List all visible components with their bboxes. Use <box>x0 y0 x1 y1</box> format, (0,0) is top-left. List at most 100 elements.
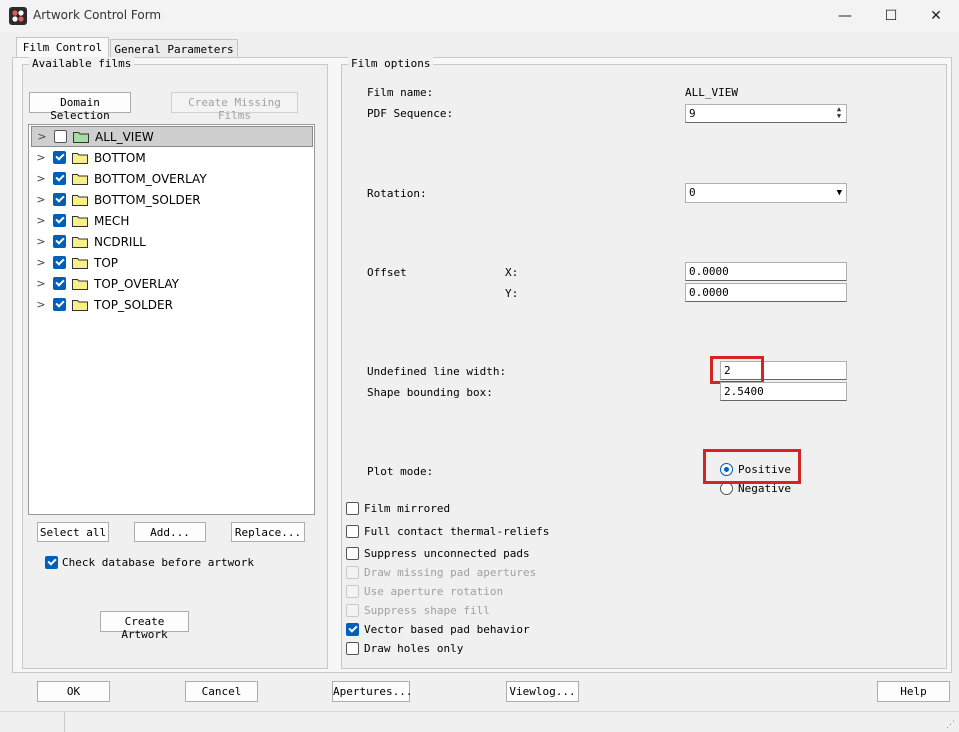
film-tree[interactable]: > ALL_VIEW > BOTTOM > BOTTOM_OVERLAY > BOTTOM_S… <box>28 124 315 515</box>
offset-x-input[interactable]: 0.0000 <box>685 262 847 281</box>
option-checkbox <box>346 585 359 598</box>
option-checkbox[interactable] <box>346 547 359 560</box>
undefined-line-width-label: Undefined line width: <box>367 365 507 378</box>
chevron-right-icon[interactable]: > <box>33 193 49 206</box>
film-row[interactable]: > TOP_OVERLAY <box>31 273 313 294</box>
minimize-button[interactable]: — <box>822 0 868 32</box>
film-checkbox[interactable] <box>54 130 67 143</box>
option-label: Suppress shape fill <box>364 604 490 617</box>
film-checkbox[interactable] <box>53 151 66 164</box>
film-name-value: ALL_VIEW <box>685 86 738 99</box>
cancel-button[interactable]: Cancel <box>185 681 258 702</box>
option-label: Draw holes only <box>364 642 464 655</box>
chevron-down-icon: ▼ <box>836 188 842 198</box>
create-missing-films-button: Create Missing Films <box>171 92 298 122</box>
film-row[interactable]: > BOTTOM_OVERLAY <box>31 168 313 189</box>
film-name: BOTTOM <box>94 150 146 165</box>
chevron-right-icon[interactable]: > <box>33 277 49 290</box>
maximize-button[interactable]: ☐ <box>868 0 914 32</box>
tab-film-control[interactable]: Film Control <box>16 37 109 59</box>
pdf-sequence-spinbox[interactable]: 9 ▲ ▼ <box>685 104 847 123</box>
film-row[interactable]: > BOTTOM_SOLDER <box>31 189 313 210</box>
film-row[interactable]: > ALL_VIEW <box>31 126 313 147</box>
domain-selection-button[interactable]: Domain Selection <box>29 92 131 122</box>
option-label: Use aperture rotation <box>364 585 504 598</box>
folder-icon <box>72 299 88 311</box>
film-checkbox[interactable] <box>53 298 66 311</box>
option-label: Draw missing pad apertures <box>364 566 537 579</box>
folder-icon <box>72 152 88 164</box>
chevron-right-icon[interactable]: > <box>33 235 49 248</box>
shape-bounding-box-input[interactable]: 2.5400 <box>720 382 847 401</box>
app-icon <box>9 7 27 25</box>
film-option[interactable]: Full contact thermal-reliefs <box>346 525 549 538</box>
chevron-right-icon[interactable]: > <box>33 172 49 185</box>
chevron-right-icon[interactable]: > <box>34 130 50 143</box>
replace-button[interactable]: Replace... <box>231 522 305 542</box>
pdf-sequence-value: 9 <box>689 107 696 120</box>
film-option[interactable]: Film mirrored <box>346 502 450 515</box>
help-button[interactable]: Help <box>877 681 950 702</box>
highlight-box-line-width <box>710 356 764 384</box>
film-checkbox[interactable] <box>53 256 66 269</box>
film-checkbox[interactable] <box>53 193 66 206</box>
pdf-sequence-label: PDF Sequence: <box>367 107 454 120</box>
option-checkbox <box>346 566 359 579</box>
tab-general-parameters[interactable]: General Parameters <box>110 39 238 59</box>
option-checkbox[interactable] <box>346 525 359 538</box>
film-row[interactable]: > BOTTOM <box>31 147 313 168</box>
chevron-right-icon[interactable]: > <box>33 256 49 269</box>
check-database-checkbox[interactable] <box>45 556 58 569</box>
folder-icon <box>73 131 89 143</box>
film-row[interactable]: > TOP <box>31 252 313 273</box>
folder-icon <box>72 257 88 269</box>
shape-bounding-box-label: Shape bounding box: <box>367 386 493 399</box>
film-name: ALL_VIEW <box>95 129 154 144</box>
spin-arrows-icon[interactable]: ▲ ▼ <box>833 106 845 121</box>
rotation-select[interactable]: 0 ▼ <box>685 183 847 203</box>
apertures-button[interactable]: Apertures... <box>332 681 412 702</box>
film-checkbox[interactable] <box>53 214 66 227</box>
ok-button[interactable]: OK <box>37 681 110 702</box>
option-checkbox[interactable] <box>346 502 359 515</box>
option-checkbox[interactable] <box>346 623 359 636</box>
option-label: Vector based pad behavior <box>364 623 530 636</box>
film-row[interactable]: > MECH <box>31 210 313 231</box>
film-option[interactable]: Vector based pad behavior <box>346 623 530 636</box>
film-name: MECH <box>94 213 130 228</box>
check-database-label: Check database before artwork <box>62 556 255 569</box>
film-row[interactable]: > TOP_SOLDER <box>31 294 313 315</box>
option-checkbox <box>346 604 359 617</box>
film-option[interactable]: Suppress unconnected pads <box>346 547 530 560</box>
close-button[interactable]: ✕ <box>913 0 959 32</box>
maximize-icon: ☐ <box>884 8 898 24</box>
offset-x-label: X: <box>505 266 519 279</box>
resize-grip-icon[interactable]: ⋰ <box>946 720 955 730</box>
film-row[interactable]: > NCDRILL <box>31 231 313 252</box>
folder-icon <box>72 173 88 185</box>
available-films-label: Available films <box>29 57 135 70</box>
film-name: TOP_SOLDER <box>94 297 173 312</box>
highlight-box-plot-mode <box>703 449 801 484</box>
viewlog-button[interactable]: Viewlog... <box>506 681 579 702</box>
film-option: Use aperture rotation <box>346 585 503 598</box>
status-divider <box>64 712 65 732</box>
rotation-label: Rotation: <box>367 187 427 200</box>
option-label: Suppress unconnected pads <box>364 547 530 560</box>
film-name: TOP_OVERLAY <box>94 276 179 291</box>
select-all-button[interactable]: Select all <box>37 522 109 542</box>
create-artwork-button[interactable]: Create Artwork <box>100 611 189 641</box>
film-name: TOP <box>94 255 119 270</box>
film-option[interactable]: Draw holes only <box>346 642 463 655</box>
plot-mode-label: Plot mode: <box>367 465 434 478</box>
chevron-right-icon[interactable]: > <box>33 214 49 227</box>
option-checkbox[interactable] <box>346 642 359 655</box>
film-checkbox[interactable] <box>53 277 66 290</box>
offset-y-input[interactable]: 0.0000 <box>685 283 847 302</box>
add-button[interactable]: Add... <box>134 522 206 542</box>
chevron-right-icon[interactable]: > <box>33 151 49 164</box>
check-database-option[interactable]: Check database before artwork <box>45 556 254 569</box>
chevron-right-icon[interactable]: > <box>33 298 49 311</box>
film-checkbox[interactable] <box>53 172 66 185</box>
film-checkbox[interactable] <box>53 235 66 248</box>
